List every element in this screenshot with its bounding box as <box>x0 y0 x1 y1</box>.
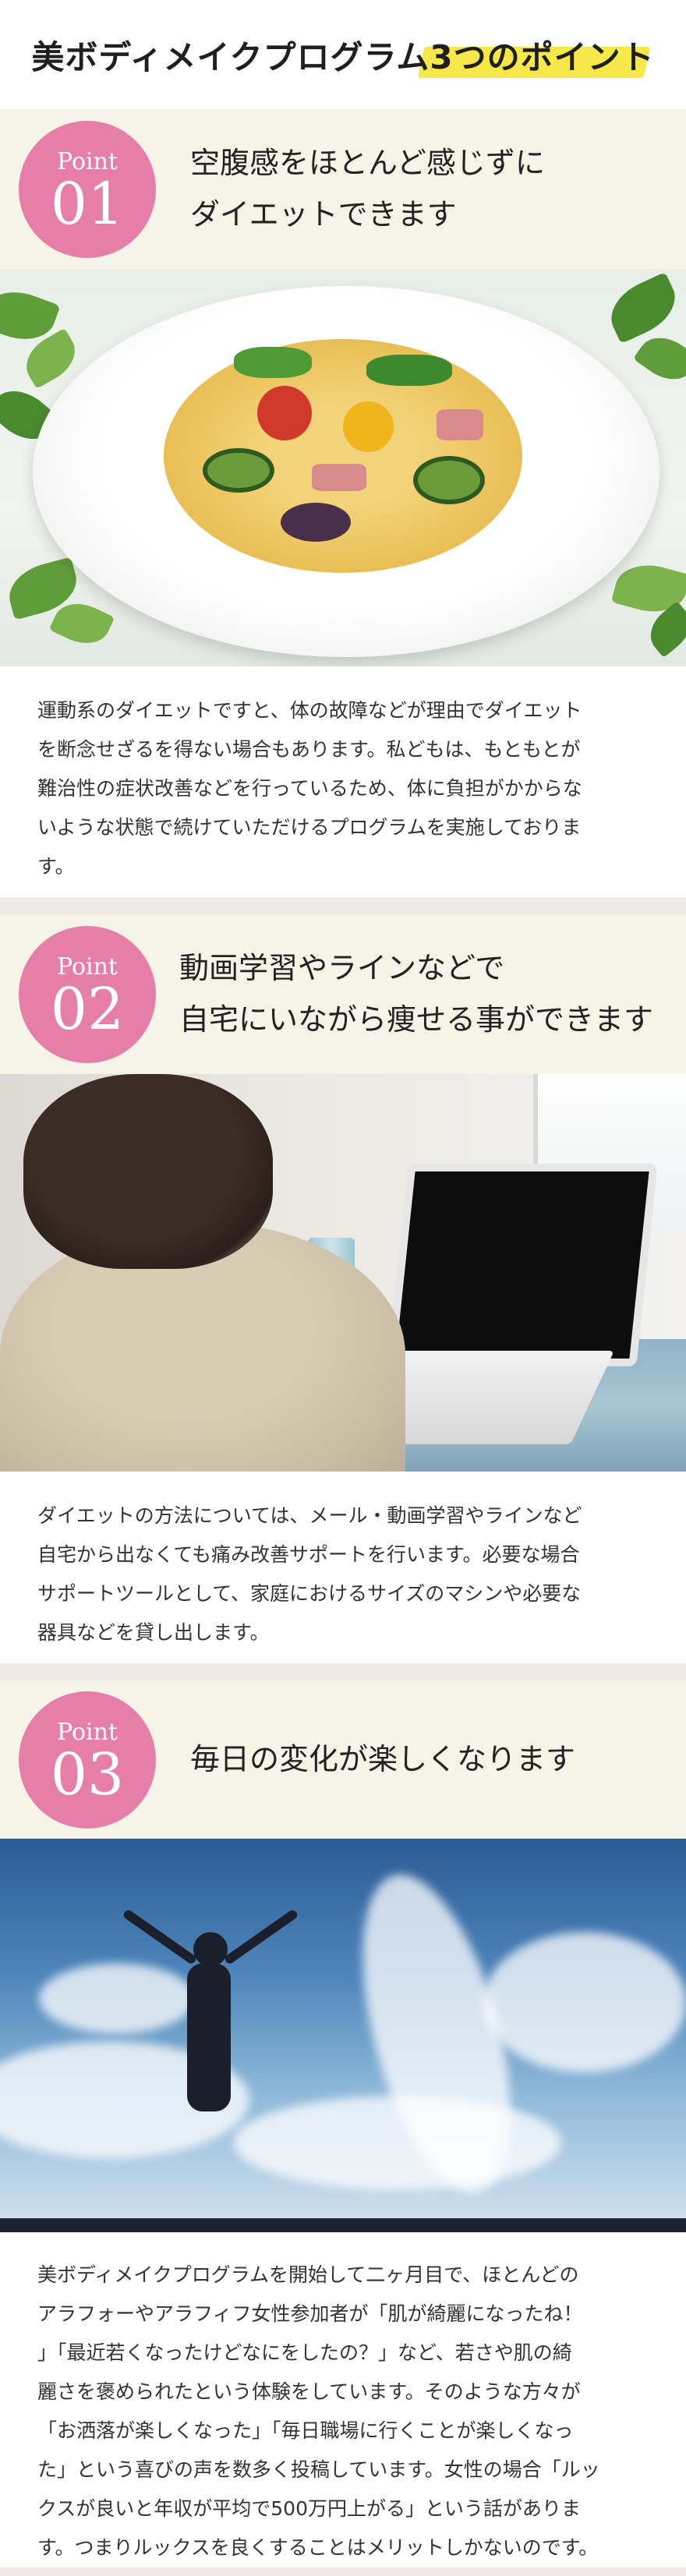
zucchini <box>203 448 274 493</box>
point-03-heading: 毎日の変化が楽しくなります <box>190 1734 575 1785</box>
zucchini <box>413 456 485 504</box>
badge-label: Point <box>56 1718 118 1746</box>
body-line: 運動系のダイエットですと、体の故障などが理由でダイエット <box>37 699 582 722</box>
point-02-badge: Point 02 <box>19 925 156 1063</box>
person-arm <box>223 1908 299 1966</box>
eggplant <box>281 503 351 542</box>
point-01-body: 運動系のダイエットですと、体の故障などが理由でダイエット を断念せざるを得ない場… <box>0 666 686 897</box>
laptop-photo <box>0 1074 686 1472</box>
body-line: アラフォーやアラフィフ女性参加者が「肌が綺麗になったね！ <box>37 2302 583 2325</box>
body-line: ダイエットの方法については、メール・動画学習やラインなど <box>37 1504 582 1527</box>
body-line: いような状態で続けていただけるプログラムを実施しておりま <box>37 816 582 839</box>
page-title: 美ボディメイクプログラム3つのポイント <box>31 37 655 76</box>
cloud <box>234 2096 561 2189</box>
body-line: た」という喜びの声を数多く投稿しています。女性の場合「ルッ <box>37 2458 600 2481</box>
point-03-header: Point 03 毎日の変化が楽しくなります <box>0 1680 686 1839</box>
badge-label: Point <box>56 952 118 981</box>
greens <box>366 355 452 386</box>
body-line: 美ボディメイクプログラムを開始して二ヶ月目で、ほとんどの <box>37 2263 579 2286</box>
body-line: クスが良いと年収が平均で500万円上がる」という話がありま <box>37 2497 581 2520</box>
badge-number: 02 <box>50 975 125 1043</box>
badge-number: 03 <box>50 1740 125 1808</box>
leaf <box>601 271 685 345</box>
page: 美ボディメイクプログラム3つのポイント Point 01 空腹感をほとんど感じず… <box>0 0 686 2567</box>
woman-hair <box>23 1074 273 1269</box>
body-line: 難治性の症状改善などを行っているため、体に負担がかからな <box>37 777 582 800</box>
body-line: 麗さを褒められたという体験をしています。そのような方々が <box>37 2380 581 2403</box>
point-02-header: Point 02 動画学習やラインなどで 自宅にいながら痩せる事ができます <box>0 914 686 1074</box>
badge-label: Point <box>56 147 118 175</box>
bacon <box>312 464 366 491</box>
point-03-body: 美ボディメイクプログラムを開始して二ヶ月目で、ほとんどの アラフォーやアラフィフ… <box>0 2232 686 2567</box>
body-line: 自宅から出なくても痛み改善サポートを行います。必要な場合 <box>37 1543 580 1566</box>
point-01-header: Point 01 空腹感をほとんど感じずに ダイエットできます <box>0 109 686 269</box>
point-02-body: ダイエットの方法については、メール・動画学習やラインなど 自宅から出なくても痛み… <box>0 1472 686 1663</box>
cloud <box>39 1963 195 2034</box>
person-arm <box>122 1908 198 1966</box>
sky-photo <box>0 1839 686 2232</box>
heading-line: ダイエットできます <box>190 196 457 231</box>
body-line: を断念せざるを得ない場合もあります。私どもは、もともとが <box>37 738 581 761</box>
body-line: 器具などを貸し出します。 <box>37 1621 270 1644</box>
body-line: 「お洒落が楽しくなった」「毎日職場に行くことが楽しくなっ <box>37 2419 574 2442</box>
body-line: す。つまりルックスを良くすることはメリットしかないのです。 <box>37 2536 599 2559</box>
heading-line: 自宅にいながら痩せる事ができます <box>179 1002 654 1037</box>
person-head <box>193 1932 228 1966</box>
body-line: 」「最近若くなったけどなにをしたの？」など、若さや肌の綺 <box>37 2341 572 2364</box>
point-01-heading: 空腹感をほとんど感じずに ダイエットできます <box>190 138 545 240</box>
red-pepper <box>257 386 312 440</box>
section-spacer <box>0 897 686 914</box>
point-01-badge: Point 01 <box>19 120 156 258</box>
body-line: サポートツールとして、家庭におけるサイズのマシンや必要な <box>37 1582 582 1605</box>
heading-line: 毎日の変化が楽しくなります <box>190 1741 576 1776</box>
body-line: す。 <box>37 855 75 878</box>
ground <box>0 2218 686 2232</box>
yellow-pepper <box>343 401 394 452</box>
point-02-heading: 動画学習やラインなどで 自宅にいながら痩せる事ができます <box>179 943 653 1045</box>
point-03-badge: Point 03 <box>19 1691 156 1829</box>
laptop-screen <box>387 1164 658 1366</box>
cloud <box>483 1932 686 2072</box>
heading-line: 空腹感をほとんど感じずに <box>190 146 545 181</box>
greens <box>234 347 312 378</box>
bacon <box>437 409 483 440</box>
pasta-photo <box>0 269 686 666</box>
person-silhouette <box>187 1963 231 2111</box>
section-spacer <box>0 1663 686 1680</box>
heading-line: 動画学習やラインなどで <box>179 951 505 986</box>
title-bar: 美ボディメイクプログラム3つのポイント <box>0 0 686 109</box>
leaf <box>632 327 686 390</box>
badge-number: 01 <box>50 170 125 238</box>
